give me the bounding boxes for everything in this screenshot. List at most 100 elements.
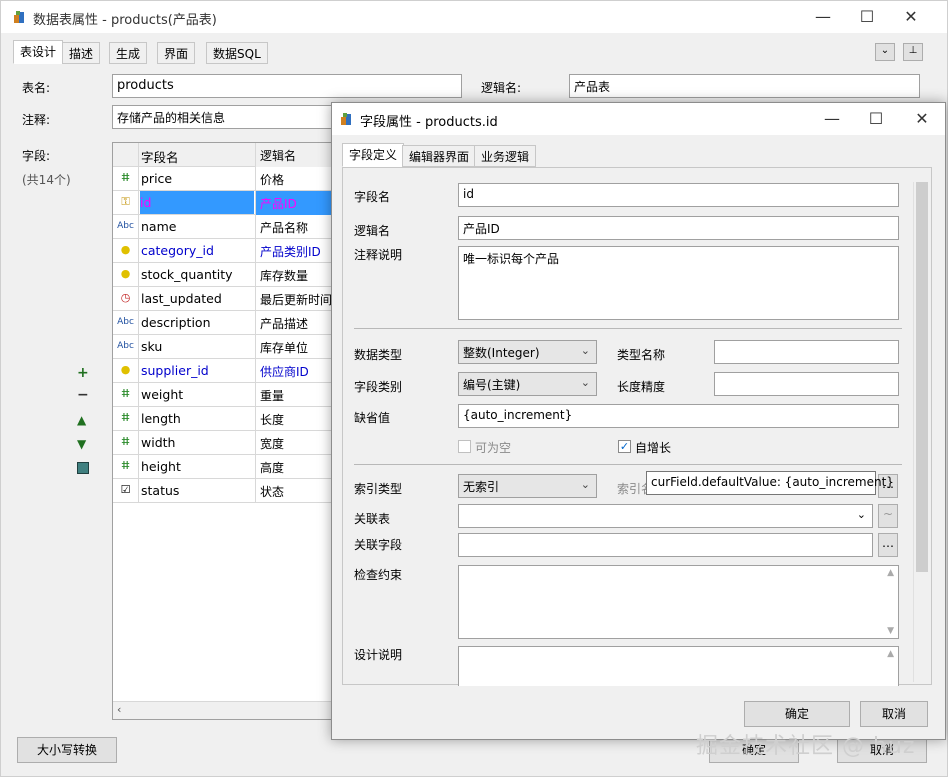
separator	[354, 328, 902, 329]
default-value-input[interactable]: {auto_increment}	[458, 404, 899, 428]
length-input[interactable]	[714, 372, 899, 396]
dialog-comment-textarea[interactable]: 唯一标识每个产品	[458, 246, 899, 320]
table-name-input[interactable]: products	[112, 74, 462, 98]
dialog-app-icon	[341, 113, 351, 125]
tab-generate[interactable]: 生成	[109, 42, 148, 64]
dialog-maximize-icon[interactable]: ☐	[866, 109, 886, 129]
checkbox-icon: ☑	[113, 479, 139, 503]
type-name-label: 类型名称	[617, 348, 666, 362]
number-icon: ⵌ	[113, 431, 139, 455]
minimize-icon[interactable]: —	[813, 7, 833, 27]
scroll-down-icon[interactable]: ▼	[887, 626, 894, 636]
scroll-left-icon[interactable]: ‹	[117, 703, 121, 716]
table-row[interactable]: ⵌ length 长度	[113, 407, 341, 431]
scroll-up-icon[interactable]: ▲	[887, 649, 894, 659]
related-field-label: 关联字段	[354, 538, 403, 552]
number-icon: ⵌ	[113, 383, 139, 407]
table-row[interactable]: Abc sku 库存单位	[113, 335, 341, 359]
chevron-down-icon: ⌄	[580, 376, 590, 389]
field-category-select[interactable]: 编号(主键) ⌄	[458, 372, 597, 396]
case-convert-button[interactable]: 大小写转换	[17, 737, 117, 763]
table-row[interactable]: ● stock_quantity 库存数量	[113, 263, 341, 287]
bulb-icon: ●	[113, 359, 139, 383]
remove-field-icon[interactable]: −	[77, 387, 89, 403]
table-row[interactable]: ◷ last_updated 最后更新时间	[113, 287, 341, 311]
dialog-logic-name-input[interactable]: 产品ID	[458, 216, 899, 240]
index-type-select[interactable]: 无索引 ⌄	[458, 474, 597, 498]
move-up-icon[interactable]: ▲	[77, 413, 86, 427]
tab-description[interactable]: 描述	[62, 42, 101, 64]
dialog-close-icon[interactable]: ✕	[912, 109, 932, 129]
field-logic-cell: 最后更新时间	[255, 287, 341, 311]
table-row[interactable]: ⵌ height 高度	[113, 455, 341, 479]
add-field-icon[interactable]: +	[77, 365, 89, 381]
related-table-select[interactable]: ⌄	[458, 504, 873, 528]
table-row[interactable]: ⵌ price 价格	[113, 167, 341, 191]
field-category-value: 编号(主键)	[463, 378, 521, 392]
table-row[interactable]: ● supplier_id 供应商ID	[113, 359, 341, 383]
field-logic-cell: 长度	[255, 407, 341, 431]
number-icon: ⵌ	[113, 455, 139, 479]
design-notes-textarea[interactable]: ▲	[458, 646, 899, 686]
table-row[interactable]: ☑ status 状态	[113, 479, 341, 503]
tab-table-design[interactable]: 表设计	[13, 40, 64, 64]
table-row[interactable]: ● category_id 产品类别ID	[113, 239, 341, 263]
dialog-cancel-button[interactable]: 取消	[860, 701, 928, 727]
field-logic-cell: 产品名称	[255, 215, 341, 239]
field-logic-cell: 产品ID	[255, 191, 341, 215]
grid-header-name: 字段名	[141, 150, 179, 165]
pin-icon[interactable]: ⊥	[903, 43, 923, 61]
dialog-minimize-icon[interactable]: —	[822, 109, 842, 129]
field-name-cell: height	[141, 459, 181, 474]
grid-horizontal-scrollbar[interactable]: ‹	[113, 701, 341, 719]
length-label: 长度精度	[617, 380, 666, 394]
dialog-ok-button[interactable]: 确定	[744, 701, 850, 727]
table-row[interactable]: ⵌ weight 重量	[113, 383, 341, 407]
close-icon[interactable]: ✕	[901, 7, 921, 27]
field-name-cell: last_updated	[141, 291, 222, 306]
field-name-cell: supplier_id	[141, 363, 209, 378]
table-row[interactable]: ⵌ width 宽度	[113, 431, 341, 455]
check-constraint-label: 检查约束	[354, 568, 403, 582]
tab-editor-ui[interactable]: 编辑器界面	[402, 145, 477, 167]
table-name-label: 表名:	[22, 81, 51, 95]
check-constraint-textarea[interactable]: ▲ ▼	[458, 565, 899, 639]
main-titlebar: 数据表属性 - products(产品表) — ☐ ✕	[1, 1, 947, 33]
related-table-button[interactable]: ~	[878, 504, 898, 528]
related-field-browse-button[interactable]: …	[878, 533, 898, 557]
field-name-input[interactable]: id	[458, 183, 899, 207]
index-type-value: 无索引	[463, 480, 500, 494]
tab-interface[interactable]: 界面	[157, 42, 196, 64]
autoinc-label: 自增长	[635, 441, 672, 455]
autoinc-checkbox[interactable]: ✓	[618, 440, 631, 453]
field-name-cell: description	[141, 315, 211, 330]
tab-field-definition[interactable]: 字段定义	[342, 143, 405, 167]
panel-vertical-scrollbar[interactable]	[913, 182, 929, 682]
comment-input[interactable]: 存储产品的相关信息	[112, 105, 342, 129]
chevron-down-icon: ⌄	[580, 478, 590, 491]
comment-label: 注释:	[22, 113, 51, 127]
tab-business-logic[interactable]: 业务逻辑	[474, 145, 537, 167]
scrollbar-thumb[interactable]	[916, 182, 928, 572]
maximize-icon[interactable]: ☐	[857, 7, 877, 27]
table-row[interactable]: ⚿ id 产品ID	[113, 191, 341, 215]
logic-name-input[interactable]: 产品表	[569, 74, 920, 98]
table-row[interactable]: Abc description 产品描述	[113, 311, 341, 335]
field-name-cell: name	[141, 219, 177, 234]
grid-view-icon[interactable]	[77, 462, 89, 474]
nullable-checkbox[interactable]	[458, 440, 471, 453]
field-name-cell: weight	[141, 387, 184, 402]
table-row[interactable]: Abc name 产品名称	[113, 215, 341, 239]
chevron-down-icon[interactable]: ⌄	[875, 43, 895, 61]
field-logic-cell: 供应商ID	[255, 359, 341, 383]
field-logic-cell: 产品描述	[255, 311, 341, 335]
field-logic-cell: 宽度	[255, 431, 341, 455]
related-field-input[interactable]	[458, 533, 873, 557]
scroll-up-icon[interactable]: ▲	[887, 568, 894, 578]
related-table-label: 关联表	[354, 512, 391, 526]
nullable-label: 可为空	[475, 441, 512, 455]
type-name-input[interactable]	[714, 340, 899, 364]
data-type-select[interactable]: 整数(Integer) ⌄	[458, 340, 597, 364]
tab-data-sql[interactable]: 数据SQL	[206, 42, 268, 64]
move-down-icon[interactable]: ▼	[77, 437, 86, 451]
